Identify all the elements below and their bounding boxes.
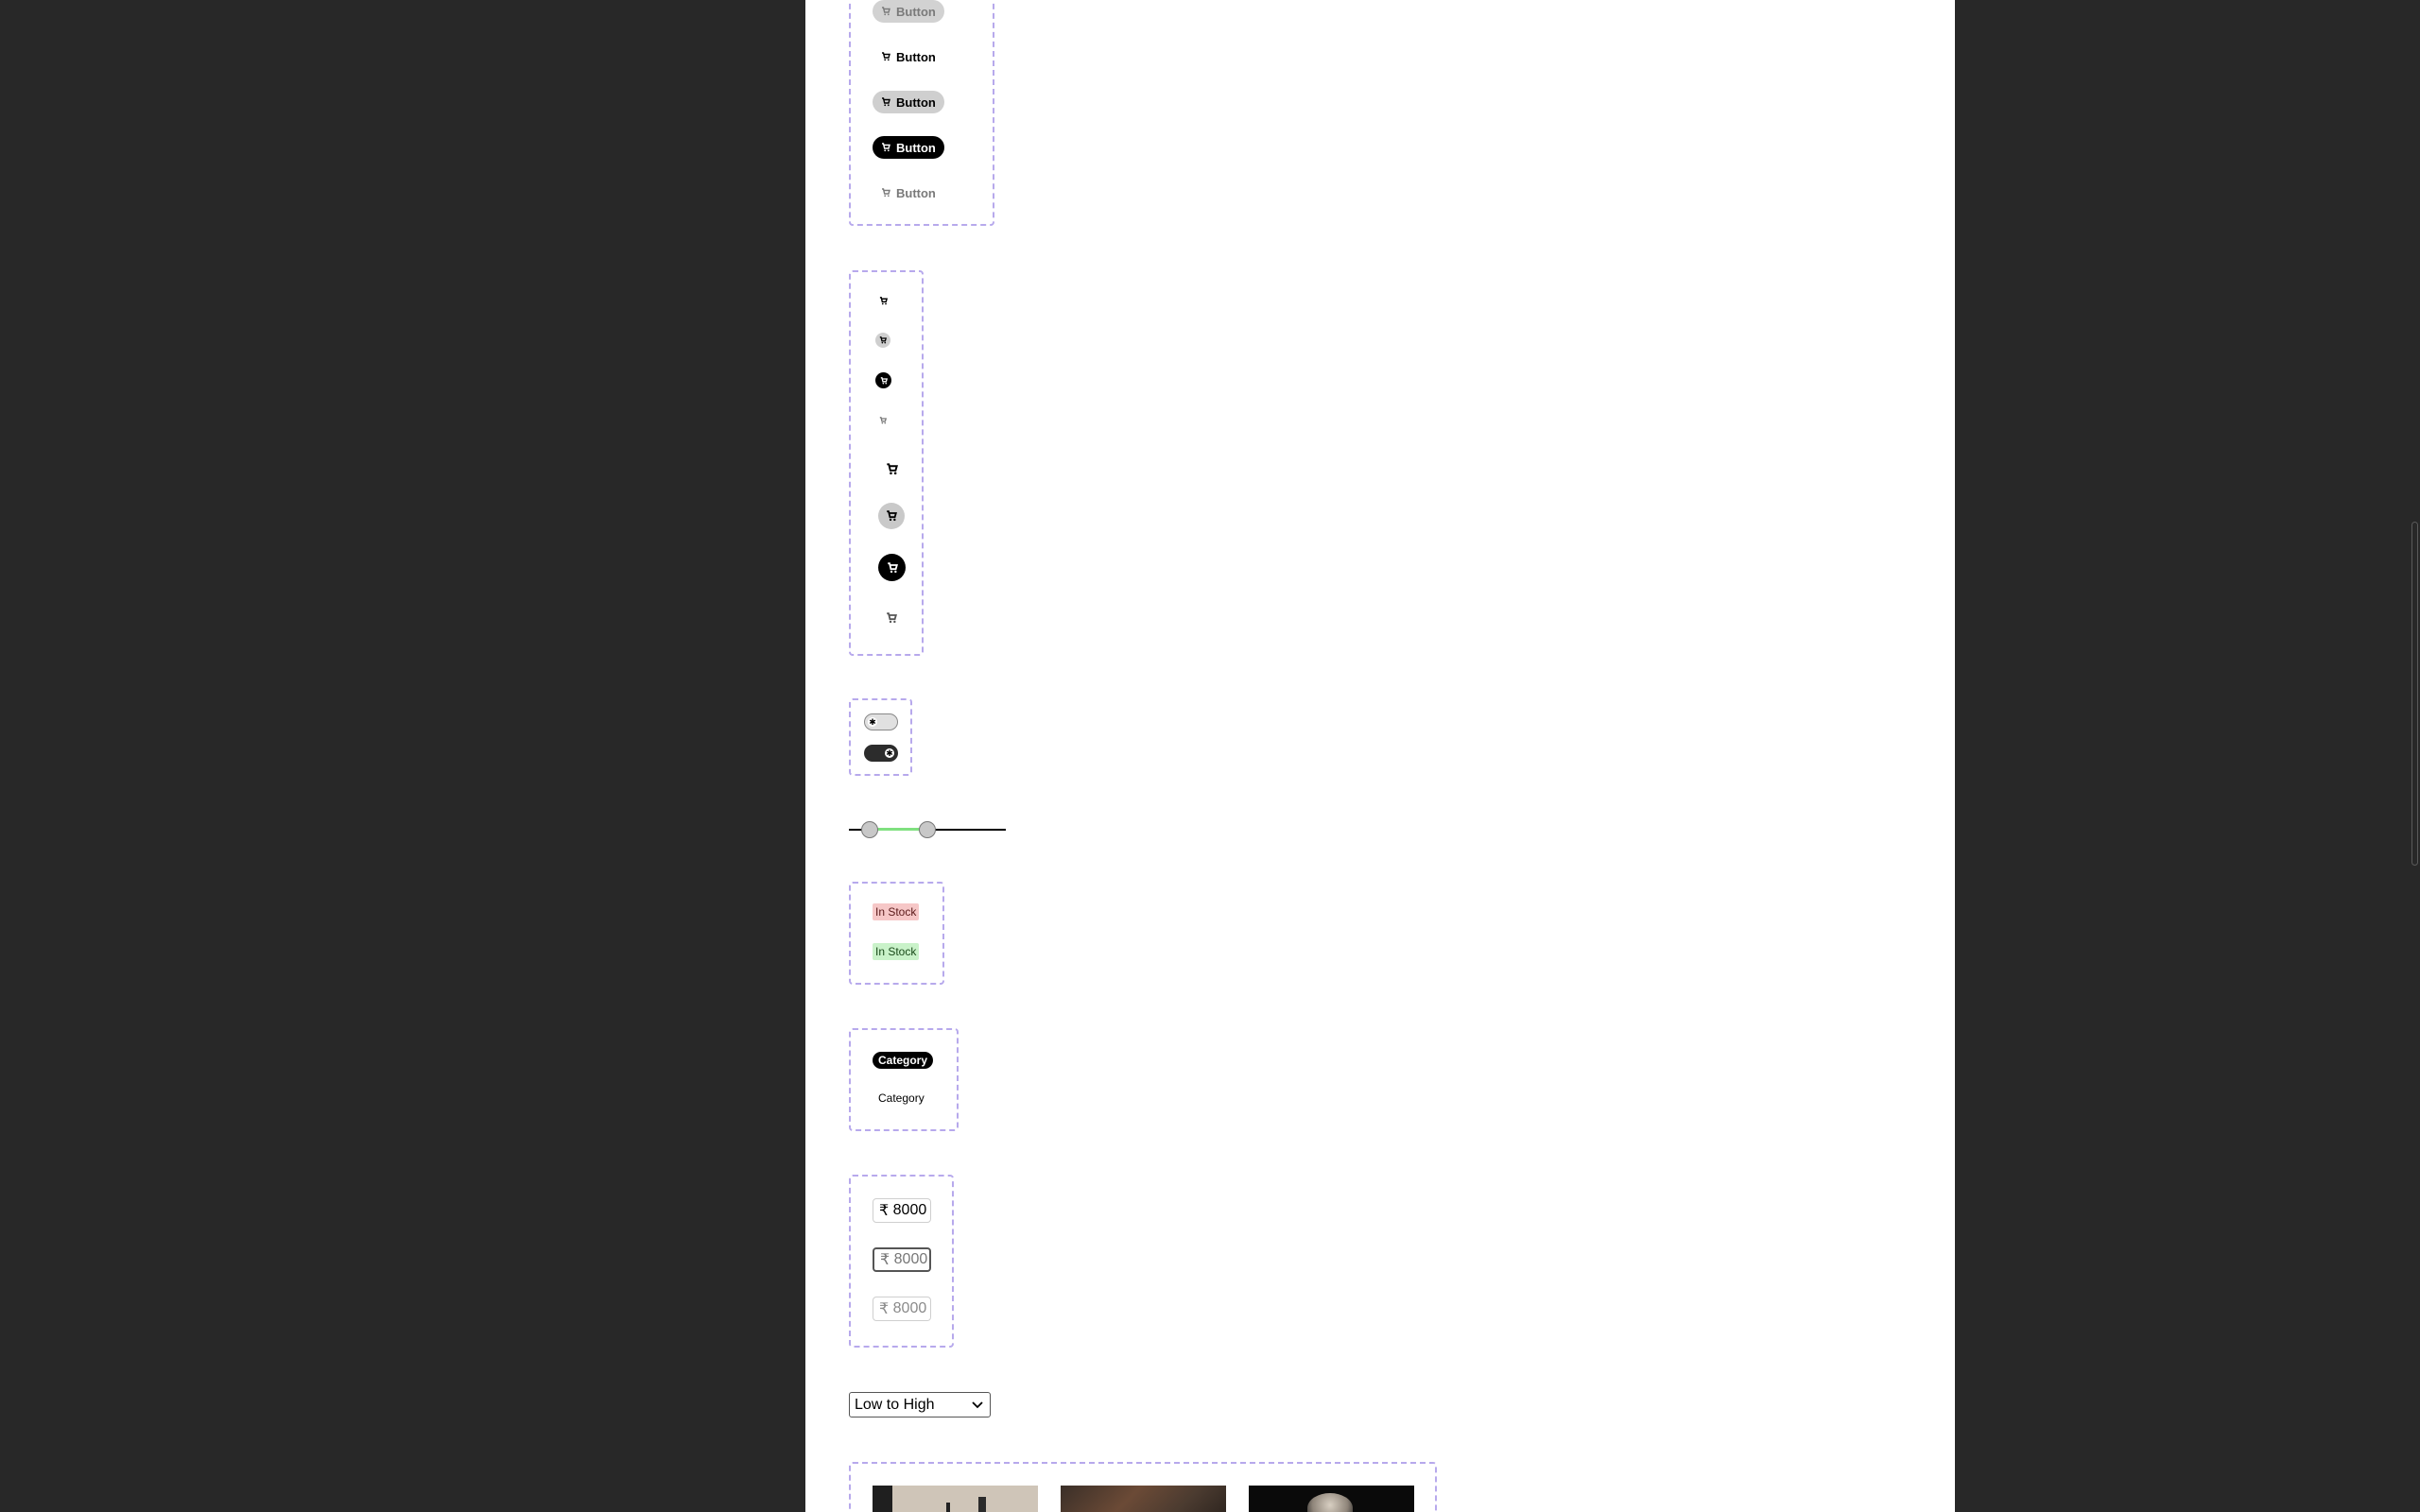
currency-symbol: ₹ bbox=[880, 1252, 890, 1268]
product-image[interactable] bbox=[873, 1486, 1038, 1512]
category-pill-selected[interactable]: Category bbox=[873, 1052, 934, 1069]
cart-icon bbox=[881, 143, 890, 152]
slider-max-handle[interactable] bbox=[919, 821, 936, 838]
price-value: 8000 bbox=[893, 1251, 928, 1267]
product-image[interactable] bbox=[1061, 1486, 1226, 1512]
cart-icon bbox=[881, 7, 890, 16]
price-value: 8000 bbox=[892, 1300, 927, 1316]
icon-button-ghost-large[interactable] bbox=[878, 605, 905, 631]
page-scrollbar[interactable] bbox=[2411, 522, 2418, 866]
sort-select[interactable]: Low to High bbox=[849, 1392, 991, 1418]
sort-select-value: Low to High bbox=[855, 1396, 935, 1413]
icon-button-soft-small[interactable] bbox=[875, 333, 890, 348]
cart-icon bbox=[886, 462, 898, 474]
button-label: Button bbox=[896, 140, 936, 155]
stock-badge-in: In Stock bbox=[873, 943, 920, 960]
image-detail bbox=[946, 1503, 950, 1512]
button-soft[interactable]: Button bbox=[873, 0, 944, 23]
price-value: 8000 bbox=[892, 1202, 927, 1218]
cart-icon bbox=[881, 52, 890, 61]
toggle-off[interactable]: ✱ bbox=[864, 713, 898, 730]
image-detail bbox=[978, 1497, 986, 1512]
category-pill-group bbox=[849, 1028, 959, 1131]
cart-icon bbox=[887, 561, 898, 573]
toggle-group bbox=[849, 698, 912, 776]
cart-icon bbox=[879, 417, 887, 424]
icon-button-plain-small[interactable] bbox=[876, 294, 890, 307]
category-pill-default[interactable]: Category bbox=[878, 1091, 925, 1105]
cart-icon bbox=[887, 510, 897, 522]
stock-badge-group bbox=[849, 882, 944, 985]
cart-icon bbox=[880, 376, 888, 384]
stock-badge-out: In Stock bbox=[873, 903, 920, 920]
icon-button-solid-large[interactable] bbox=[878, 554, 906, 581]
slider-min-handle[interactable] bbox=[861, 821, 878, 838]
currency-symbol: ₹ bbox=[879, 1203, 890, 1219]
currency-symbol: ₹ bbox=[879, 1301, 890, 1317]
button-solid[interactable]: Button bbox=[873, 136, 944, 159]
icon-button-ghost-small[interactable] bbox=[876, 414, 890, 427]
cart-icon bbox=[879, 336, 887, 344]
chevron-down-icon bbox=[972, 1400, 983, 1408]
icon-button-plain-large[interactable] bbox=[878, 455, 905, 482]
image-detail bbox=[1307, 1493, 1353, 1512]
cart-icon bbox=[879, 296, 888, 304]
price-input-filled[interactable]: ₹ 8000 bbox=[873, 1198, 931, 1223]
button-soft-dark[interactable]: Button bbox=[873, 91, 944, 113]
cart-icon bbox=[887, 612, 897, 624]
toggle-knob: ✱ bbox=[885, 748, 894, 758]
cart-icon bbox=[881, 97, 890, 107]
range-slider[interactable] bbox=[849, 820, 1006, 839]
cart-icon bbox=[881, 188, 890, 198]
icon-button-solid-small[interactable] bbox=[875, 372, 891, 388]
button-label: Button bbox=[896, 94, 936, 110]
button-label: Button bbox=[896, 4, 936, 19]
price-input-disabled[interactable]: ₹ 8000 bbox=[873, 1297, 931, 1321]
product-image[interactable] bbox=[1249, 1486, 1414, 1512]
button-plain[interactable]: Button bbox=[873, 45, 944, 68]
icon-button-soft-large[interactable] bbox=[878, 503, 905, 529]
toggle-knob: ✱ bbox=[868, 717, 877, 727]
button-label: Button bbox=[896, 49, 936, 64]
component-canvas: Button Button Button Button Button ✱ ✱ I… bbox=[805, 0, 1955, 1512]
toggle-on[interactable]: ✱ bbox=[864, 745, 898, 762]
price-input-focused[interactable]: ₹ 8000 bbox=[873, 1247, 931, 1272]
button-label: Button bbox=[896, 185, 936, 200]
button-ghost[interactable]: Button bbox=[873, 181, 944, 204]
